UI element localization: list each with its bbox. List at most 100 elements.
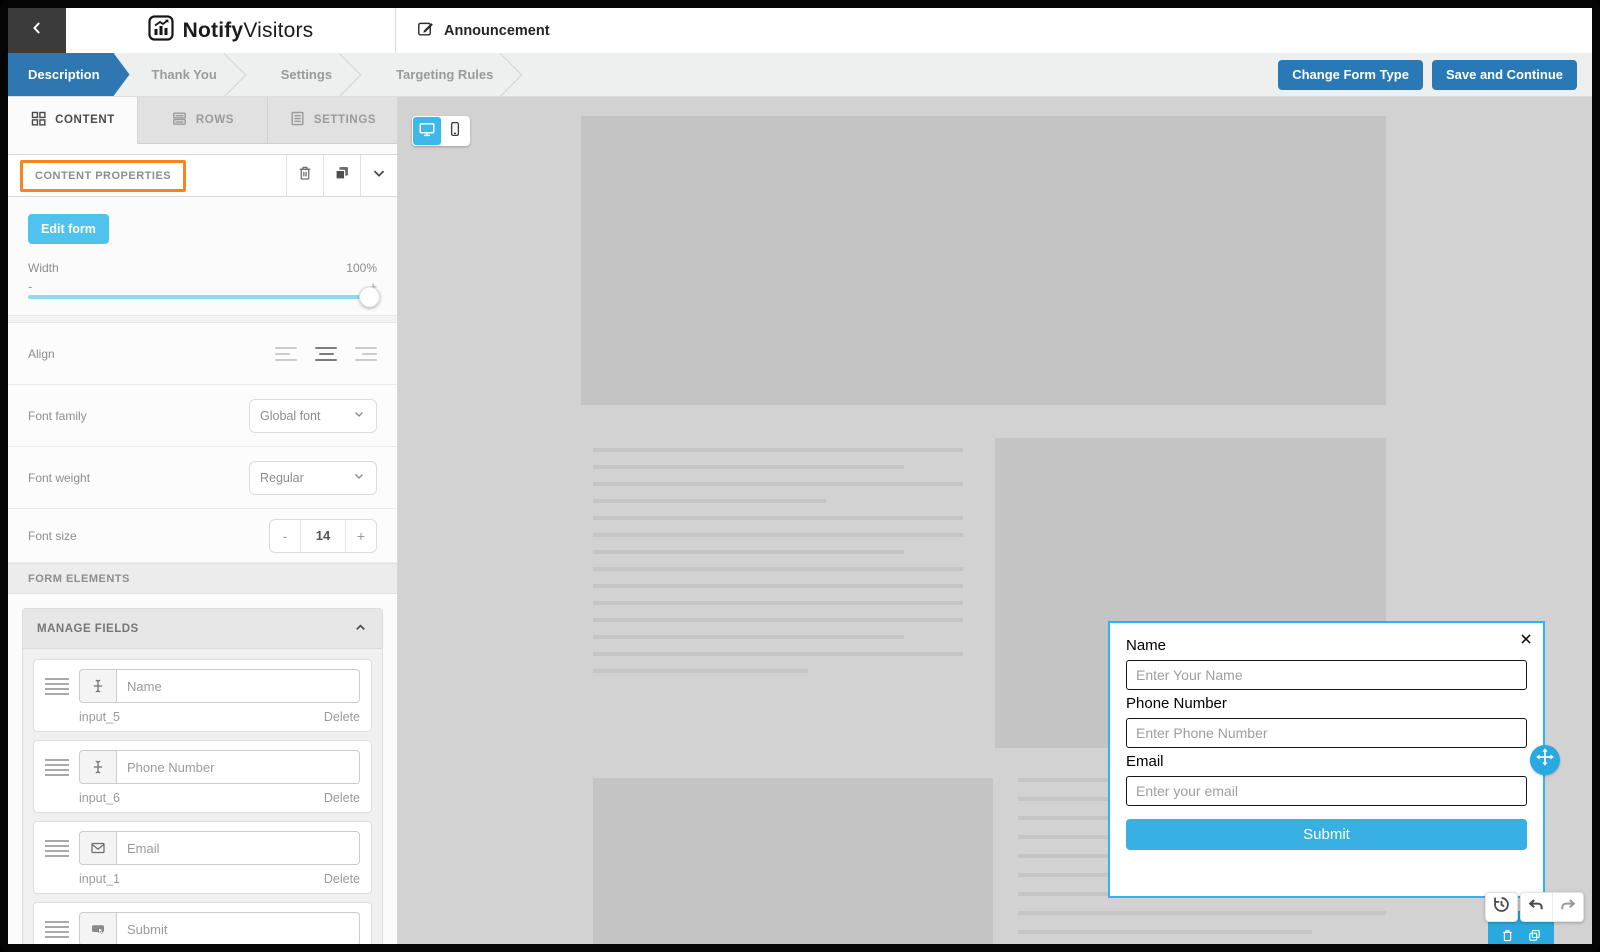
brand-chart-icon (148, 15, 174, 46)
step-actions: Change Form Type Save and Continue (1278, 53, 1592, 96)
chevron-up-icon (353, 620, 368, 638)
width-control: Width 100% - + (8, 257, 397, 315)
tab-rows[interactable]: ROWS (137, 97, 267, 144)
align-row: Align (8, 323, 397, 385)
mobile-toggle-button[interactable] (441, 117, 469, 145)
trash-icon[interactable] (1500, 928, 1515, 944)
form-phone-input[interactable] (1126, 718, 1527, 748)
field-delete-link[interactable]: Delete (324, 710, 360, 724)
tab-settings-label: SETTINGS (313, 114, 377, 126)
field-name-input[interactable] (117, 669, 360, 703)
desktop-icon (418, 120, 436, 143)
align-right-icon[interactable] (355, 346, 377, 361)
drag-handle-icon[interactable] (45, 920, 69, 938)
undo-redo-group (1520, 892, 1584, 922)
field-phone-input[interactable] (117, 750, 360, 784)
chevron-down-icon (352, 407, 366, 424)
step-settings[interactable]: Settings (259, 53, 338, 96)
desktop-toggle-button[interactable] (413, 117, 441, 145)
preview-canvas: Name Phone Number Email Submit (398, 97, 1592, 944)
form-name-input[interactable] (1126, 660, 1527, 690)
placeholder-text-lines (593, 448, 963, 686)
email-icon (79, 831, 117, 865)
step-thank-you[interactable]: Thank You (130, 53, 223, 96)
field-id: input_6 (79, 791, 121, 805)
align-center-icon[interactable] (315, 346, 337, 361)
placeholder-image-block (593, 778, 993, 944)
move-arrows-icon (1535, 747, 1555, 772)
tab-content-label: CONTENT (55, 114, 115, 126)
undo-button[interactable] (1521, 893, 1552, 921)
collapse-properties-button[interactable] (360, 155, 397, 196)
width-label: Width (28, 261, 59, 275)
sidebar: CONTENT ROWS SETTINGS CONTENT PROPERTIES… (8, 97, 398, 944)
font-weight-select[interactable]: Regular (249, 460, 377, 495)
manage-fields-title: MANAGE FIELDS (37, 622, 139, 635)
field-id: input_1 (79, 872, 121, 886)
save-and-continue-button[interactable]: Save and Continue (1431, 59, 1577, 90)
tab-content[interactable]: CONTENT (8, 97, 137, 144)
font-size-decrease-button[interactable]: - (270, 520, 300, 552)
field-card-name: input_5 Delete (33, 659, 372, 732)
align-left-icon[interactable] (275, 346, 297, 361)
form-email-input[interactable] (1126, 776, 1527, 806)
align-label: Align (28, 346, 55, 361)
content-panel: CONTENT PROPERTIES Edit form Width 100% … (8, 144, 397, 944)
duplicate-content-button[interactable] (323, 155, 360, 196)
drag-handle-icon[interactable] (45, 758, 69, 776)
sidebar-tabs: CONTENT ROWS SETTINGS (8, 97, 397, 144)
chevron-down-icon (352, 469, 366, 486)
change-form-type-button[interactable]: Change Form Type (1278, 59, 1423, 90)
field-card-email: input_1 Delete (33, 821, 372, 894)
field-card-phone: input_6 Delete (33, 740, 372, 813)
history-button[interactable] (1485, 892, 1518, 922)
form-field-label: Name (1126, 637, 1167, 654)
edit-pencil-icon (416, 19, 435, 42)
brand-name: NotifyVisitors (182, 18, 314, 42)
move-handle[interactable] (1530, 744, 1560, 775)
mobile-icon (446, 120, 464, 143)
tab-settings[interactable]: SETTINGS (267, 97, 397, 144)
font-family-select[interactable]: Global font (249, 398, 377, 433)
width-slider[interactable] (28, 286, 380, 308)
undo-icon (1527, 896, 1545, 919)
chevron-down-icon (370, 164, 388, 187)
device-toggle (412, 116, 470, 146)
campaign-title-text: Announcement (444, 22, 550, 39)
font-size-row: Font size - 14 + (8, 509, 397, 563)
field-delete-link[interactable]: Delete (324, 872, 360, 886)
step-description[interactable]: Description (8, 53, 130, 96)
step-targeting-rules[interactable]: Targeting Rules (374, 53, 499, 96)
font-family-row: Font family Global font (8, 385, 397, 447)
width-slider-thumb[interactable] (359, 286, 380, 308)
text-field-icon (79, 750, 117, 784)
font-weight-row: Font weight Regular (8, 447, 397, 509)
manage-fields-panel: MANAGE FIELDS Name input_5 Delete Phone … (22, 608, 383, 944)
field-delete-link[interactable]: Delete (324, 791, 360, 805)
font-weight-label: Font weight (28, 470, 91, 485)
campaign-title: Announcement (396, 8, 570, 53)
tab-rows-label: ROWS (195, 114, 235, 126)
delete-content-button[interactable] (286, 155, 323, 196)
width-minus[interactable]: - (28, 279, 32, 294)
manage-fields-header[interactable]: MANAGE FIELDS (23, 609, 382, 649)
close-icon[interactable] (1519, 632, 1533, 646)
back-chevron-icon (27, 18, 47, 43)
field-submit-input[interactable] (117, 912, 360, 944)
redo-button[interactable] (1551, 893, 1584, 921)
form-widget[interactable]: Name Phone Number Email Submit (1108, 621, 1560, 898)
font-size-stepper: - 14 + (269, 518, 377, 553)
field-email-input[interactable] (117, 831, 360, 865)
header: NotifyVisitors Announcement (8, 8, 1592, 53)
settings-doc-icon (289, 110, 306, 130)
button-icon (79, 912, 117, 944)
form-submit-button[interactable]: Submit (1126, 819, 1527, 850)
edit-form-button[interactable]: Edit form (28, 214, 109, 244)
form-field-label: Phone Number (1126, 695, 1227, 712)
font-size-increase-button[interactable]: + (346, 520, 376, 552)
copy-icon[interactable] (1527, 928, 1542, 944)
drag-handle-icon[interactable] (45, 839, 69, 857)
drag-handle-icon[interactable] (45, 677, 69, 695)
font-size-label: Font size (28, 528, 77, 543)
back-button[interactable] (8, 8, 66, 53)
